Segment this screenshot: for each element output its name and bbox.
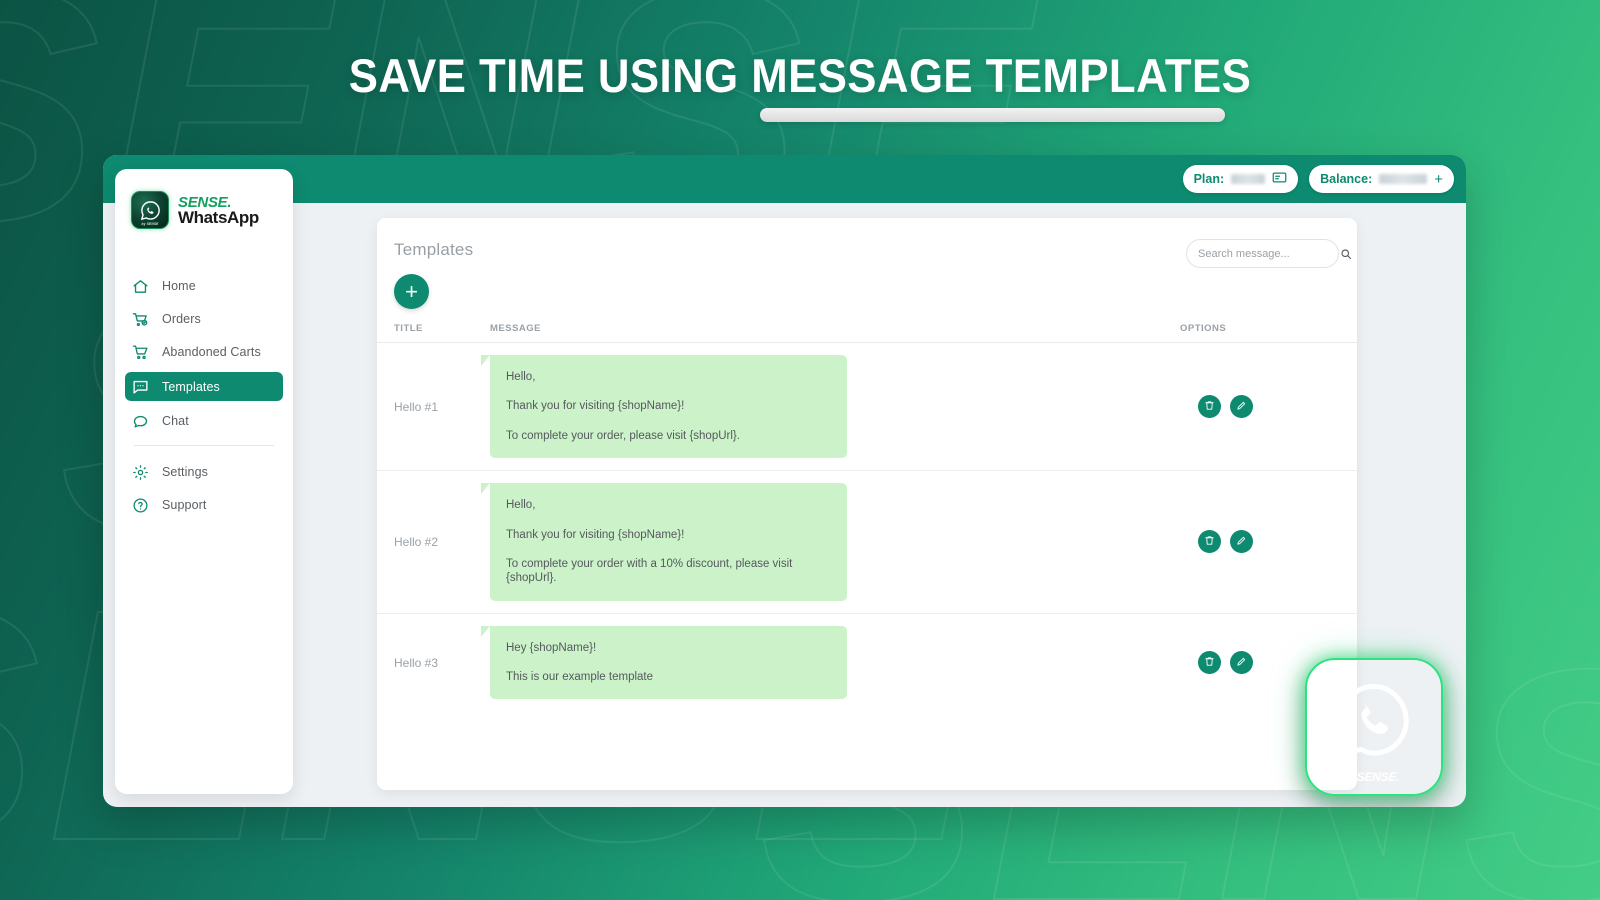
balance-label: Balance: (1320, 172, 1373, 186)
template-message-cell: Hey {shopName}! This is our example temp… (481, 613, 1180, 711)
edit-template-button[interactable] (1230, 651, 1253, 674)
template-message-cell: Hello, Thank you for visiting {shopName}… (481, 471, 1180, 614)
add-balance-button[interactable]: + (1434, 172, 1443, 187)
delete-icon (1204, 399, 1215, 414)
template-title: Hello #2 (394, 534, 439, 549)
column-header-options: OPTIONS (1180, 323, 1357, 343)
sidebar-item-label: Settings (162, 465, 208, 479)
question-circle-icon (132, 497, 149, 514)
table-header: TITLE MESSAGE OPTIONS (377, 323, 1357, 343)
message-line: Hello, (506, 499, 536, 512)
message-bubble: Hello, Thank you for visiting {shopName}… (481, 483, 847, 601)
message-line: To complete your order with a 10% discou… (506, 557, 793, 585)
row-actions (1180, 395, 1357, 419)
edit-template-button[interactable] (1230, 530, 1253, 554)
message-line: Hey {shopName}! (506, 641, 597, 654)
panel-header: Templates (377, 218, 1357, 268)
column-header-title: TITLE (377, 323, 490, 343)
sidebar-item-orders[interactable]: Orders (125, 306, 283, 332)
delete-icon (1204, 534, 1215, 549)
edit-icon (1236, 655, 1247, 670)
sidebar-nav: Home Orders Abandoned Carts Templates Ch… (115, 273, 293, 518)
plan-badge[interactable]: Plan: (1182, 165, 1299, 193)
floating-whatsapp-badge[interactable]: bySENSE. (1305, 658, 1443, 796)
edit-icon (1236, 399, 1247, 414)
sidebar-item-templates[interactable]: Templates (125, 372, 283, 401)
badge-caption: by SENSE (141, 222, 159, 226)
sidebar-divider (134, 445, 274, 446)
sidebar-item-chat[interactable]: Chat (125, 408, 283, 434)
table-header-row: TITLE MESSAGE OPTIONS (377, 323, 1357, 343)
sidebar-item-label: Orders (162, 312, 201, 326)
sidebar-item-label: Templates (162, 379, 220, 394)
gear-icon (132, 464, 149, 481)
badge-brand-text: SENSE. (1356, 769, 1400, 784)
sidebar-item-settings[interactable]: Settings (125, 459, 283, 485)
balance-badge[interactable]: Balance: + (1309, 165, 1454, 193)
cart-icon (132, 344, 149, 361)
plan-card-icon (1272, 170, 1287, 188)
sidebar-item-label: Abandoned Carts (162, 345, 261, 359)
delete-icon (1204, 655, 1215, 670)
chat-template-icon (132, 378, 149, 395)
template-options-cell (1180, 343, 1357, 471)
sidebar-item-label: Home (162, 279, 196, 293)
delete-template-button[interactable] (1198, 395, 1221, 419)
badge-by-label: bySENSE. (1349, 770, 1400, 784)
template-title: Hello #3 (394, 655, 439, 670)
templates-panel: Templates + TITLE MESSAGE (377, 218, 1357, 790)
whatsapp-icon: by SENSE (131, 191, 169, 229)
brand-logo: by SENSE SENSE. WhatsApp (115, 191, 293, 229)
edit-icon (1236, 534, 1247, 549)
main-content: Templates + TITLE MESSAGE (303, 203, 1454, 794)
template-options-cell (1180, 471, 1357, 614)
search-input[interactable] (1198, 247, 1340, 260)
sidebar-item-abandoned-carts[interactable]: Abandoned Carts (125, 339, 283, 365)
message-line: To complete your order, please visit {sh… (506, 429, 740, 442)
cart-check-icon (132, 311, 149, 328)
headline-text: SAVE TIME USING MESSAGE TEMPLATES (348, 49, 1252, 102)
app-window: Plan: Balance: + by SENSE SENSE. WhatsAp… (103, 155, 1466, 807)
sidebar-item-support[interactable]: Support (125, 492, 283, 518)
message-bubble: Hello, Thank you for visiting {shopName}… (481, 355, 847, 459)
chat-bubble-icon (132, 413, 149, 430)
template-message-cell: Hello, Thank you for visiting {shopName}… (481, 343, 1180, 471)
plan-value-redacted (1231, 174, 1266, 184)
table-row: Hello #2 Hello, Thank you for visiting {… (377, 471, 1357, 614)
badge-by-text: by (1348, 773, 1357, 783)
sidebar-item-label: Chat (162, 414, 189, 428)
table-row: Hello #1 Hello, Thank you for visiting {… (377, 343, 1357, 471)
sidebar-item-home[interactable]: Home (125, 273, 283, 299)
search-box[interactable] (1186, 239, 1352, 268)
message-line: Thank you for visiting {shopName}! (506, 528, 685, 541)
banner-headline: SAVE TIME USING MESSAGE TEMPLATES (0, 48, 1600, 103)
brand-whatsapp-text: WhatsApp (178, 207, 259, 227)
edit-template-button[interactable] (1230, 395, 1253, 419)
templates-table: TITLE MESSAGE OPTIONS Hello #1 Hello, Th… (377, 323, 1357, 711)
sidebar-item-label: Support (162, 498, 207, 512)
row-actions (1180, 530, 1357, 554)
template-title: Hello #1 (394, 399, 439, 414)
balance-value-redacted (1379, 174, 1428, 184)
delete-template-button[interactable] (1198, 530, 1221, 554)
app-topbar: Plan: Balance: + (103, 155, 1466, 203)
plan-label: Plan: (1193, 172, 1225, 186)
home-icon (132, 278, 149, 295)
message-line: Hello, (506, 371, 536, 383)
column-header-message: MESSAGE (490, 323, 1180, 343)
add-template-button[interactable]: + (394, 274, 429, 309)
table-row: Hello #3 Hey {shopName}! This is our exa… (377, 613, 1357, 711)
message-bubble: Hey {shopName}! This is our example temp… (481, 625, 847, 700)
delete-template-button[interactable] (1198, 651, 1221, 674)
search-icon[interactable] (1340, 248, 1352, 260)
sidebar: by SENSE SENSE. WhatsApp Home Orders Aba… (115, 169, 293, 794)
table-body: Hello #1 Hello, Thank you for visiting {… (377, 343, 1357, 712)
headline-underline-bar (760, 108, 1225, 122)
message-line: Thank you for visiting {shopName}! (506, 400, 685, 413)
whatsapp-icon (1331, 671, 1417, 768)
message-line: This is our example template (506, 671, 654, 683)
